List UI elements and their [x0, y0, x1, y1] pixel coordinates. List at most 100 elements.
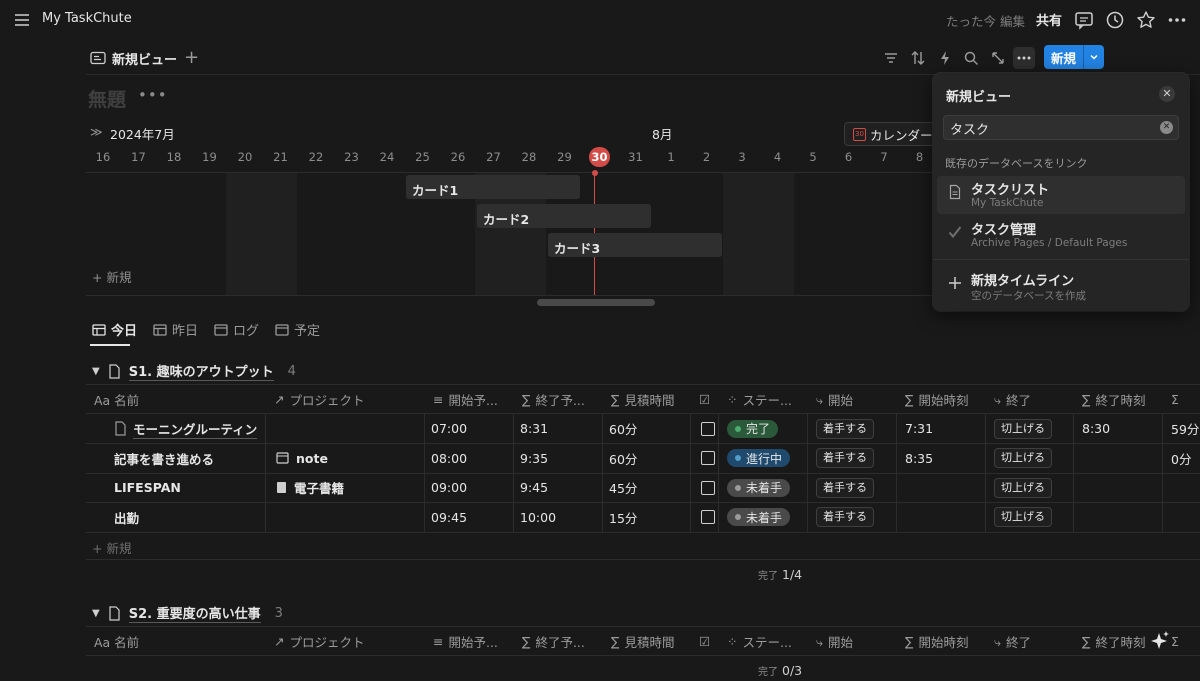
column-header[interactable]: ≡ 開始予...	[425, 627, 514, 656]
checkbox[interactable]	[701, 421, 715, 436]
view-tab[interactable]: 新規ビュー	[90, 46, 177, 70]
close-icon[interactable]: ✕	[1159, 86, 1175, 102]
tab-schedule[interactable]: 予定	[275, 320, 320, 339]
database-option[interactable]: タスク管理 Archive Pages / Default Pages	[937, 216, 1185, 254]
column-header[interactable]: ∑ 見積時間	[603, 627, 691, 656]
name-cell[interactable]: モーニングルーティン	[86, 414, 266, 443]
title-more-icon[interactable]: •••	[138, 86, 168, 104]
end-planned-cell[interactable]: 9:35	[514, 443, 603, 473]
table-row[interactable]: 出勤 09:45 10:00 15分 未着手 着手する 切上げる	[86, 502, 1200, 533]
add-row-button[interactable]: + 新規	[92, 538, 131, 557]
menu-icon[interactable]	[12, 10, 32, 30]
table-row[interactable]: モーニングルーティン 07:00 8:31 60分 完了 着手する 7:31 切上げる 8:30…	[86, 414, 1200, 444]
end-planned-cell[interactable]: 8:31	[514, 414, 603, 443]
start-time-cell[interactable]	[897, 502, 986, 532]
name-cell[interactable]: 出勤	[86, 502, 266, 532]
checkbox[interactable]	[701, 451, 715, 465]
checkbox-cell[interactable]	[691, 473, 719, 502]
caret-down-icon[interactable]: ▼	[92, 366, 100, 377]
table-row[interactable]: 記事を書き進める note 08:00 9:35 60分 進行中 着手する 8:35 切上げる 0…	[86, 443, 1200, 474]
finish-task-button[interactable]: 切上げる	[994, 507, 1052, 527]
end-time-cell[interactable]	[1074, 473, 1163, 502]
star-icon[interactable]	[1135, 9, 1157, 31]
finish-task-button[interactable]: 切上げる	[994, 448, 1052, 468]
column-header[interactable]: ☑	[691, 627, 719, 656]
search-icon[interactable]	[960, 47, 982, 69]
end-planned-cell[interactable]: 10:00	[514, 502, 603, 532]
checkbox[interactable]	[701, 480, 715, 495]
calendar-button[interactable]: 30 カレンダー	[844, 122, 936, 146]
add-view-icon[interactable]: +	[184, 47, 199, 68]
status-cell[interactable]: 未着手	[719, 502, 808, 532]
column-header[interactable]: ∑ 終了予...	[514, 627, 603, 656]
clear-icon[interactable]: ✕	[1160, 121, 1173, 134]
timeline-card[interactable]: カード1	[406, 175, 580, 199]
column-header[interactable]: ↗ プロジェクト	[266, 385, 425, 414]
name-cell[interactable]: LIFESPAN	[86, 473, 266, 502]
end-planned-cell[interactable]: 9:45	[514, 473, 603, 502]
estimate-cell[interactable]: 15分	[603, 502, 691, 532]
end-time-cell[interactable]: 8:30	[1074, 414, 1163, 443]
finish-task-button[interactable]: 切上げる	[994, 418, 1052, 439]
new-button[interactable]: 新規	[1044, 45, 1083, 69]
start-task-button[interactable]: 着手する	[816, 418, 874, 439]
column-header[interactable]: ∑ 見積時間	[603, 385, 691, 414]
expand-icon[interactable]	[987, 47, 1009, 69]
tab-yesterday[interactable]: 昨日	[153, 320, 198, 339]
start-planned-cell[interactable]: 08:00	[425, 443, 514, 473]
double-chevron-icon[interactable]: ≫	[90, 125, 103, 139]
comment-icon[interactable]	[1073, 9, 1095, 31]
column-header[interactable]: ⤷ 終了	[986, 385, 1074, 414]
column-header[interactable]: Aa 名前	[86, 385, 266, 414]
project-cell[interactable]: 電子書籍	[266, 473, 425, 502]
start-task-button[interactable]: 着手する	[816, 448, 874, 468]
estimate-cell[interactable]: 60分	[603, 414, 691, 443]
group-header[interactable]: ▼ S2. 重要度の高い仕事 3	[92, 603, 283, 623]
duration-cell[interactable]: 59分	[1163, 414, 1200, 443]
column-header[interactable]: ∑ 終了予...	[514, 385, 603, 414]
history-icon[interactable]	[1104, 9, 1126, 31]
database-option[interactable]: タスクリスト My TaskChute	[937, 176, 1185, 214]
more-icon[interactable]	[1166, 9, 1188, 31]
database-search-input[interactable]: タスク	[943, 115, 1179, 140]
view-options-icon[interactable]	[1013, 47, 1035, 69]
tab-log[interactable]: ログ	[214, 320, 259, 339]
timeline-new-button[interactable]: + 新規	[92, 267, 131, 286]
timeline-card[interactable]: カード3	[548, 233, 722, 257]
finish-task-button[interactable]: 切上げる	[994, 477, 1052, 498]
checkbox-cell[interactable]	[691, 414, 719, 443]
horizontal-scrollbar[interactable]	[537, 299, 655, 306]
project-cell[interactable]: note	[266, 443, 425, 473]
status-cell[interactable]: 進行中	[719, 443, 808, 473]
end-time-cell[interactable]	[1074, 502, 1163, 532]
column-header[interactable]: ⤷ 終了	[986, 627, 1074, 656]
column-header[interactable]: Aa 名前	[86, 627, 266, 656]
column-header[interactable]: ⁘ ステー...	[719, 627, 808, 656]
status-cell[interactable]: 未着手	[719, 473, 808, 502]
filter-icon[interactable]	[880, 47, 902, 69]
group-header[interactable]: ▼ S1. 趣味のアウトプット 4	[92, 361, 296, 381]
project-cell[interactable]	[266, 414, 425, 443]
duration-cell[interactable]	[1163, 503, 1200, 532]
sort-icon[interactable]	[907, 47, 929, 69]
column-header[interactable]: ∑ 開始時刻	[897, 385, 986, 414]
tab-today[interactable]: 今日	[92, 320, 137, 339]
start-task-button[interactable]: 着手する	[816, 507, 874, 527]
column-header[interactable]: ⤷ 開始	[808, 385, 897, 414]
ai-sparkle-icon[interactable]	[1144, 626, 1174, 656]
group-summary[interactable]: 完了 1/4	[758, 567, 802, 582]
project-cell[interactable]	[266, 502, 425, 532]
status-cell[interactable]: 完了	[719, 414, 808, 443]
start-time-cell[interactable]: 8:35	[897, 443, 986, 473]
start-planned-cell[interactable]: 09:45	[425, 502, 514, 532]
checkbox[interactable]	[701, 510, 715, 524]
duration-cell[interactable]	[1163, 473, 1200, 502]
automation-icon[interactable]	[934, 47, 956, 69]
share-button[interactable]: 共有	[1036, 10, 1062, 29]
name-cell[interactable]: 記事を書き進める	[86, 443, 266, 473]
group-summary[interactable]: 完了 0/3	[758, 663, 802, 678]
column-header[interactable]: ∑ 開始時刻	[897, 627, 986, 656]
start-task-button[interactable]: 着手する	[816, 477, 874, 498]
checkbox-cell[interactable]	[691, 502, 719, 532]
column-header[interactable]: ⤷ 開始	[808, 627, 897, 656]
